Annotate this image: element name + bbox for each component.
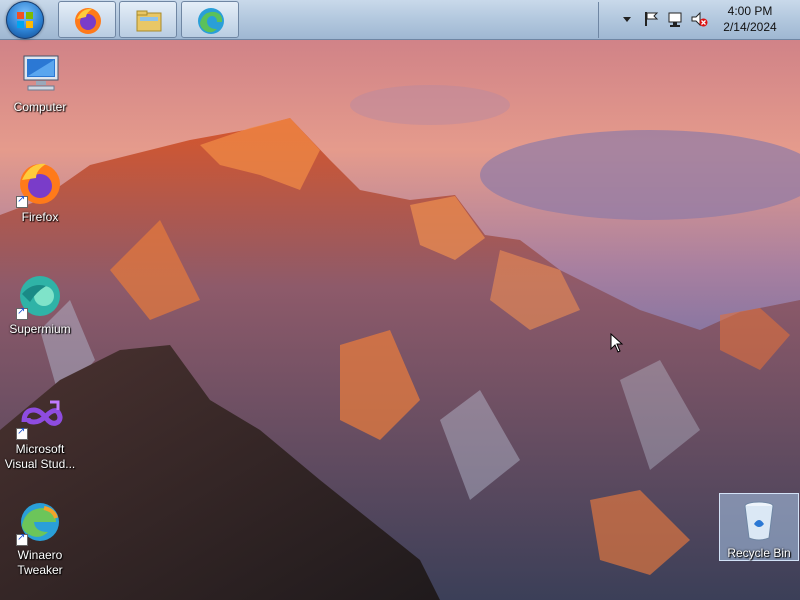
speaker-muted-icon[interactable]: [690, 10, 708, 33]
chevron-up-icon[interactable]: [621, 10, 633, 33]
desktop-icon-label: Computer: [13, 100, 67, 114]
start-button[interactable]: [6, 1, 44, 39]
desktop-icon-visual-studio[interactable]: Microsoft Visual Stud...: [3, 392, 77, 472]
flag-icon[interactable]: [642, 10, 660, 33]
desktop-icon-recycle-bin[interactable]: Recycle Bin: [722, 496, 796, 561]
recycle-bin-icon: [744, 501, 774, 541]
shortcut-arrow-icon: [16, 306, 28, 320]
clock-date: 2/14/2024: [723, 20, 777, 34]
clock-time: 4:00 PM: [727, 4, 773, 18]
desktop-icon-label: Winaero Tweaker: [17, 548, 63, 577]
computer-icon: [23, 55, 59, 91]
windows-orb-icon: [17, 12, 33, 28]
desktop-icon-supermium[interactable]: Supermium: [3, 272, 77, 337]
shortcut-arrow-icon: [16, 426, 28, 440]
firefox-icon: [75, 8, 101, 34]
desktop-icon-label: Firefox: [21, 210, 59, 224]
desktop-icon-label: Supermium: [9, 322, 71, 336]
desktop-icon-winaero-tweaker[interactable]: Winaero Tweaker: [3, 498, 77, 578]
taskbar-explorer-button[interactable]: [119, 1, 177, 38]
mouse-pointer-icon: [610, 333, 624, 353]
tray-divider: [598, 2, 599, 38]
desktop-icon-firefox[interactable]: Firefox: [3, 160, 77, 225]
desktop-icon-label: Recycle Bin: [727, 546, 791, 560]
shortcut-arrow-icon: [16, 532, 28, 546]
network-icon[interactable]: [666, 10, 684, 33]
desktop-icon-computer[interactable]: Computer: [3, 50, 77, 115]
desktop-wallpaper: [0, 0, 800, 600]
taskbar-edge-button[interactable]: [181, 1, 239, 38]
folder-icon: [136, 10, 162, 32]
taskbar: 4:00 PM 2/14/2024: [0, 0, 800, 40]
shortcut-arrow-icon: [16, 194, 28, 208]
edge-icon: [198, 8, 224, 34]
desktop-icon-label: Microsoft Visual Stud...: [4, 442, 76, 471]
clock[interactable]: 4:00 PM 2/14/2024: [714, 3, 786, 35]
taskbar-firefox-button[interactable]: [58, 1, 116, 38]
